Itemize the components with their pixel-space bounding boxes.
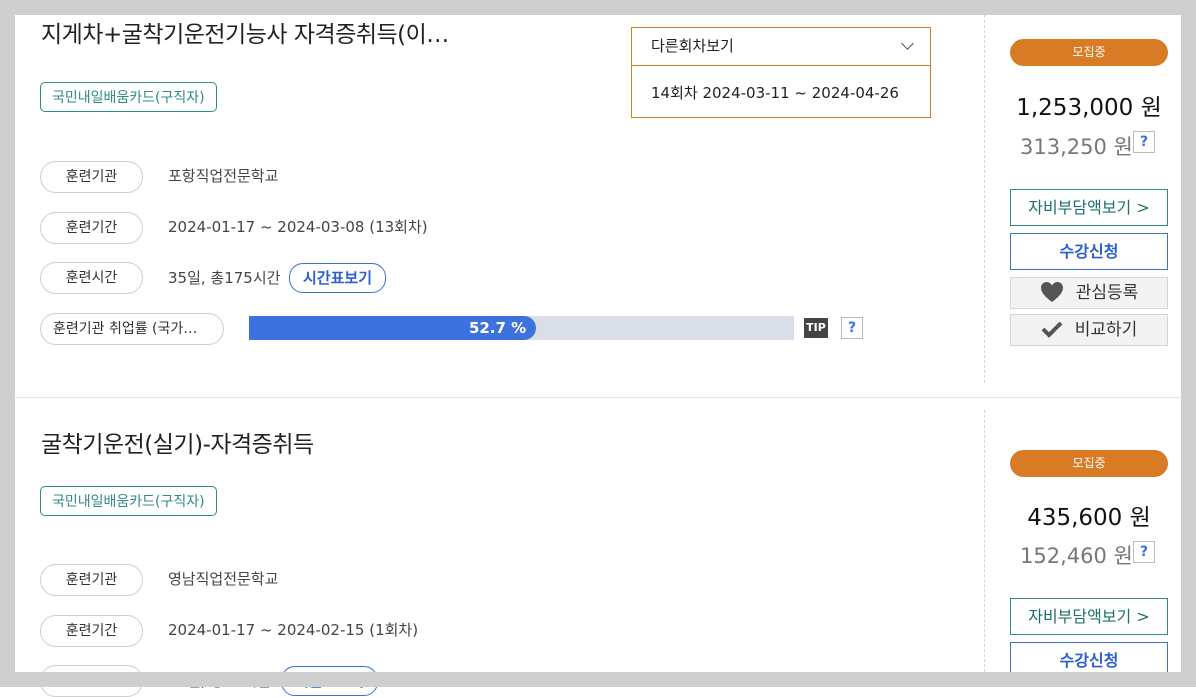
chevron-down-icon (901, 37, 914, 50)
favorite-button[interactable]: 관심등록 (1010, 277, 1168, 309)
training-institution-value: 포항직업전문학교 (168, 167, 279, 185)
tip-icon[interactable]: TIP (804, 318, 828, 338)
timetable-button[interactable]: 시간표보기 (289, 263, 387, 293)
course-separator (0, 397, 1196, 398)
favorite-label: 관심등록 (1075, 283, 1139, 303)
window-frame-top (0, 0, 1196, 15)
self-pay-view-button[interactable]: 자비부담액보기 > (1010, 189, 1168, 226)
training-institution-label: 훈련기관 (40, 161, 143, 193)
other-round-option[interactable]: 14회차 2024-03-11 ~ 2024-04-26 (632, 66, 930, 118)
price-help-icon[interactable]: ? (1133, 131, 1155, 153)
training-hours-label: 훈련시간 (40, 262, 143, 294)
price-help-icon[interactable]: ? (1133, 541, 1155, 563)
employment-rate-bar: 52.7 % (249, 316, 794, 340)
side-divider (984, 410, 985, 672)
training-institution-value: 영남직업전문학교 (168, 570, 279, 588)
check-icon (1041, 321, 1063, 338)
employment-rate-fill: 52.7 % (249, 316, 537, 340)
training-period-label: 훈련기간 (40, 615, 143, 647)
course-price: 435,600 원 (1027, 505, 1151, 531)
self-pay-view-button[interactable]: 자비부담액보기 > (1010, 598, 1168, 635)
training-period-label: 훈련기간 (40, 212, 143, 244)
other-rounds-toggle[interactable]: 다른회차보기 (632, 28, 930, 66)
course-price: 1,253,000 원 (1016, 95, 1162, 121)
other-rounds-label: 다른회차보기 (651, 37, 734, 55)
self-pay-amount: 152,460 원 (1020, 544, 1133, 568)
employment-rate-label[interactable]: 훈련기관 취업률 (국가… (40, 313, 224, 345)
card-type-badge: 국민내일배움카드(구직자) (40, 486, 217, 516)
compare-label: 비교하기 (1074, 320, 1138, 340)
side-divider (984, 15, 985, 383)
training-period-value: 2024-01-17 ~ 2024-02-15 (1회차) (168, 621, 419, 639)
window-frame-left (0, 0, 15, 687)
self-pay-amount: 313,250 원 (1020, 135, 1133, 159)
status-badge: 모집중 (1010, 450, 1168, 477)
employment-help-icon[interactable]: ? (841, 317, 863, 339)
status-badge: 모집중 (1010, 39, 1168, 66)
apply-button[interactable]: 수강신청 (1010, 233, 1168, 270)
window-frame-right (1181, 0, 1196, 687)
course-title[interactable]: 굴착기운전(실기)-자격증취득 (41, 425, 314, 459)
compare-button[interactable]: 비교하기 (1010, 314, 1168, 346)
card-type-badge: 국민내일배움카드(구직자) (40, 82, 217, 112)
window-frame-bottom (0, 672, 1196, 687)
training-institution-label: 훈련기관 (40, 564, 143, 596)
training-period-value: 2024-01-17 ~ 2024-03-08 (13회차) (168, 218, 428, 236)
heart-icon (1040, 281, 1063, 302)
course-title[interactable]: 지게차+굴착기운전기능사 자격증취득(이… (41, 15, 449, 49)
other-rounds-dropdown[interactable]: 다른회차보기 14회차 2024-03-11 ~ 2024-04-26 (631, 27, 931, 118)
training-hours-value: 35일, 총175시간 (168, 269, 281, 287)
